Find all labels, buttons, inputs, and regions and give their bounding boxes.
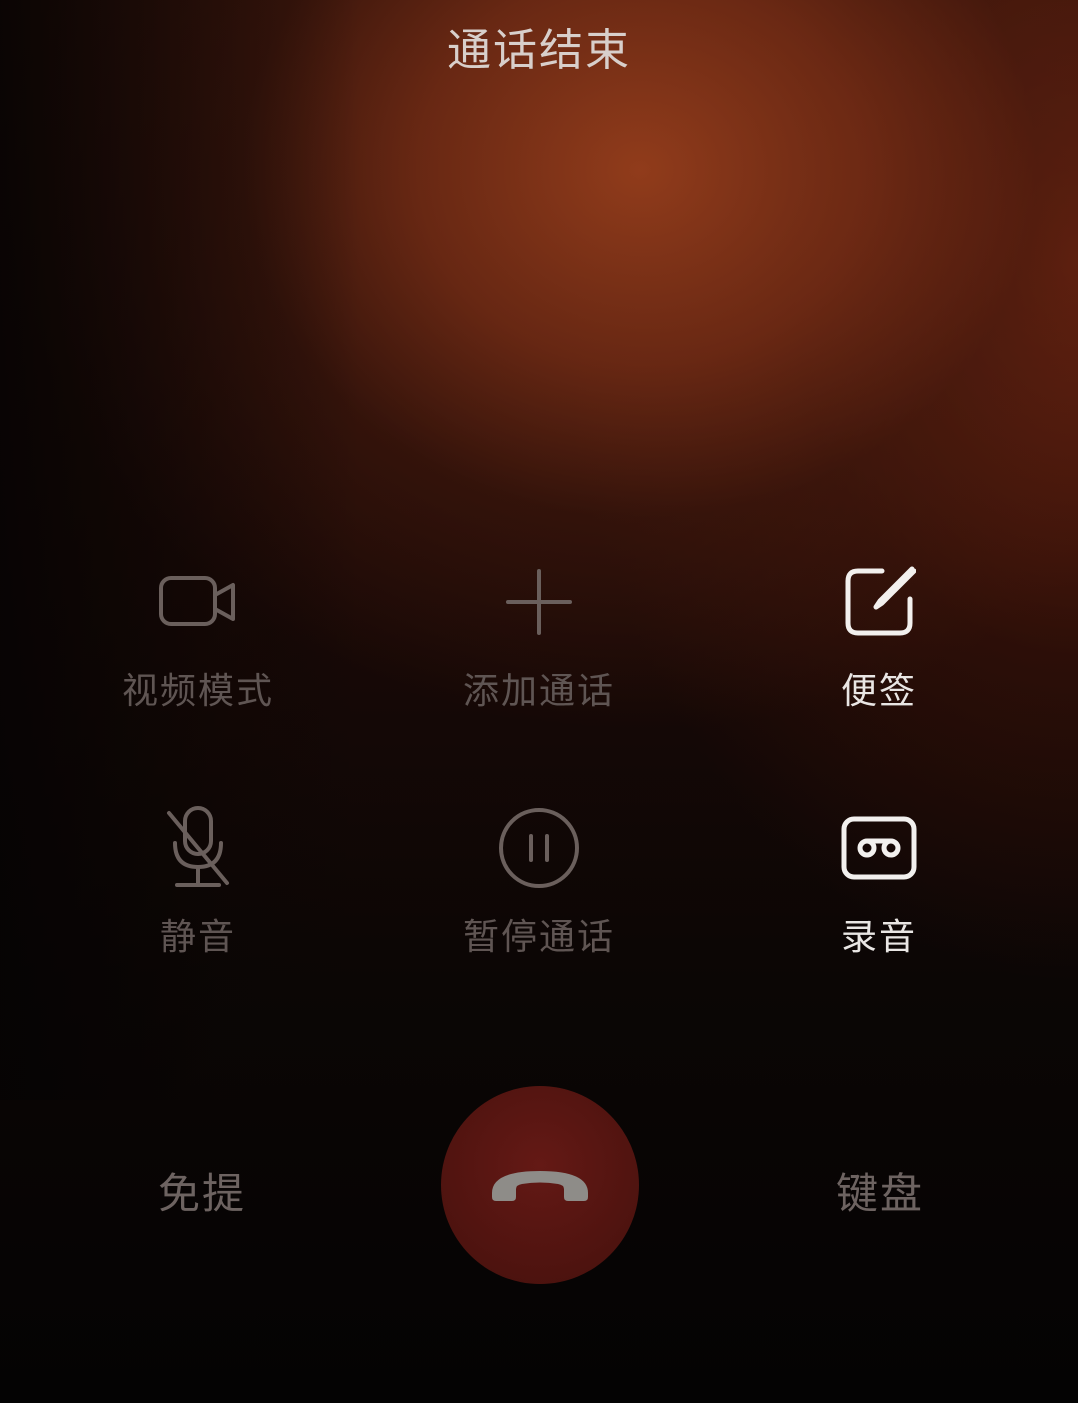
microphone-muted-icon (167, 806, 229, 887)
pause-icon (499, 808, 579, 888)
record-button[interactable]: 录音 (729, 806, 1029, 960)
hold-call-label: 暂停通话 (462, 917, 615, 958)
hang-up-phone-icon (492, 1171, 588, 1201)
add-call-label: 添加通话 (462, 671, 615, 712)
call-ended-screen: 通话结束 视频模式 添加通话 便签 静音 暂停通话 录音 免提 键盘 (0, 0, 1078, 1403)
mute-label: 静音 (159, 917, 236, 958)
record-label: 录音 (840, 917, 917, 958)
speakerphone-button[interactable]: 免提 (158, 1160, 246, 1221)
video-mode-label: 视频模式 (121, 671, 274, 712)
add-call-button[interactable]: 添加通话 (389, 560, 689, 714)
end-call-button[interactable] (441, 1086, 639, 1284)
call-status-title: 通话结束 (447, 25, 631, 76)
note-edit-icon (845, 566, 916, 636)
plus-icon (506, 569, 572, 635)
hold-call-button[interactable]: 暂停通话 (389, 806, 689, 960)
mute-button[interactable]: 静音 (48, 806, 348, 960)
cassette-record-icon (841, 816, 917, 880)
notes-button[interactable]: 便签 (729, 560, 1029, 714)
video-mode-button[interactable]: 视频模式 (48, 560, 348, 714)
notes-label: 便签 (840, 671, 917, 712)
keypad-button[interactable]: 键盘 (836, 1160, 924, 1221)
video-camera-icon (159, 576, 235, 626)
